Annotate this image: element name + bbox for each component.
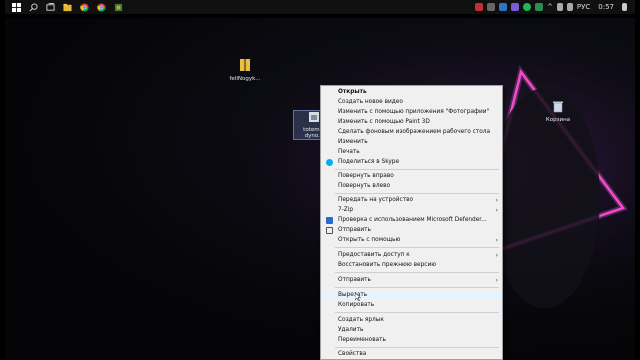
menu-item-send[interactable]: Отправить bbox=[321, 226, 502, 235]
tray-app-icon[interactable] bbox=[475, 3, 484, 11]
menu-item-print[interactable]: Печать bbox=[321, 148, 502, 157]
menu-item-rotate-right[interactable]: Повернуть вправо bbox=[321, 172, 502, 181]
menu-separator bbox=[335, 193, 499, 194]
skype-icon bbox=[326, 159, 333, 166]
file-explorer-icon[interactable] bbox=[61, 1, 73, 13]
share-icon bbox=[326, 227, 333, 234]
task-view-icon[interactable] bbox=[44, 1, 56, 13]
tray-app-icon[interactable] bbox=[511, 3, 520, 11]
desktop-icon-label: fellNogyk... bbox=[229, 76, 261, 82]
app-icon[interactable] bbox=[112, 1, 124, 13]
menu-item-delete[interactable]: Удалить bbox=[321, 326, 502, 335]
search-icon[interactable] bbox=[27, 1, 39, 13]
mouse-cursor-icon bbox=[355, 293, 361, 301]
menu-item-give-access[interactable]: Предоставить доступ к › bbox=[321, 251, 502, 260]
chevron-right-icon: › bbox=[495, 207, 498, 214]
context-menu: Открыть Создать новое видео Изменить с п… bbox=[320, 85, 503, 360]
menu-item-properties[interactable]: Свойства bbox=[321, 350, 502, 359]
defender-icon bbox=[326, 217, 333, 224]
zip-folder-icon bbox=[225, 58, 265, 74]
menu-item-create-shortcut[interactable]: Создать ярлык bbox=[321, 316, 502, 325]
menu-separator bbox=[335, 169, 499, 170]
spotify-icon[interactable] bbox=[523, 3, 532, 11]
clock[interactable]: 0:57 bbox=[598, 3, 614, 11]
menu-item-open[interactable]: Открыть bbox=[321, 88, 502, 97]
tray-app-icon[interactable] bbox=[487, 3, 496, 11]
desktop-icon-recycle-bin[interactable]: Корзина bbox=[538, 100, 578, 123]
menu-item-restore-version[interactable]: Восстановить прежнюю версию bbox=[321, 261, 502, 270]
system-tray: ^ РУС 0:57 bbox=[475, 0, 627, 14]
taskbar: ^ РУС 0:57 bbox=[5, 0, 635, 14]
menu-item-defender-scan[interactable]: Проверка с использованием Microsoft Defe… bbox=[321, 216, 502, 225]
menu-item-edit-photos[interactable]: Изменить с помощью приложения "Фотографи… bbox=[321, 108, 502, 117]
desktop-icon-label: Корзина bbox=[545, 117, 571, 123]
notifications-icon[interactable] bbox=[622, 3, 627, 11]
menu-separator bbox=[335, 312, 499, 313]
chevron-up-icon[interactable]: ^ bbox=[547, 3, 553, 11]
chrome-icon[interactable] bbox=[95, 1, 107, 13]
chevron-right-icon: › bbox=[495, 237, 498, 244]
menu-separator bbox=[335, 287, 499, 288]
volume-icon[interactable] bbox=[566, 3, 573, 11]
menu-item-edit-paint3d[interactable]: Изменить с помощью Paint 3D bbox=[321, 118, 502, 127]
menu-item-create-video[interactable]: Создать новое видео bbox=[321, 98, 502, 107]
tray-app-icon[interactable] bbox=[535, 3, 544, 11]
menu-item-rename[interactable]: Переименовать bbox=[321, 336, 502, 345]
menu-item-set-wallpaper[interactable]: Сделать фоновым изображением рабочего ст… bbox=[321, 128, 502, 137]
chrome-icon[interactable] bbox=[78, 1, 90, 13]
menu-separator bbox=[335, 272, 499, 273]
recycle-bin-icon bbox=[538, 100, 578, 115]
menu-item-send-to[interactable]: Отправить › bbox=[321, 276, 502, 285]
menu-item-open-with[interactable]: Открыть с помощью › bbox=[321, 236, 502, 245]
chevron-right-icon: › bbox=[495, 197, 498, 204]
menu-separator bbox=[335, 347, 499, 348]
menu-separator bbox=[335, 247, 499, 248]
menu-item-rotate-left[interactable]: Повернуть влево bbox=[321, 182, 502, 191]
menu-item-edit[interactable]: Изменить bbox=[321, 138, 502, 147]
battery-icon[interactable] bbox=[556, 3, 563, 11]
menu-item-copy[interactable]: Копировать bbox=[321, 301, 502, 310]
steam-icon[interactable] bbox=[499, 3, 508, 11]
language-indicator[interactable]: РУС bbox=[577, 3, 590, 11]
chevron-right-icon: › bbox=[495, 277, 498, 284]
menu-item-share-skype[interactable]: Поделиться в Skype bbox=[321, 158, 502, 167]
menu-item-cast-to-device[interactable]: Передать на устройство › bbox=[321, 196, 502, 205]
menu-item-7zip[interactable]: 7-Zip › bbox=[321, 206, 502, 215]
desktop-icon-archive[interactable]: fellNogyk... bbox=[225, 58, 265, 82]
chevron-right-icon: › bbox=[495, 252, 498, 259]
menu-item-cut[interactable]: Вырезать bbox=[321, 291, 502, 301]
windows-logo-icon[interactable] bbox=[10, 1, 22, 13]
